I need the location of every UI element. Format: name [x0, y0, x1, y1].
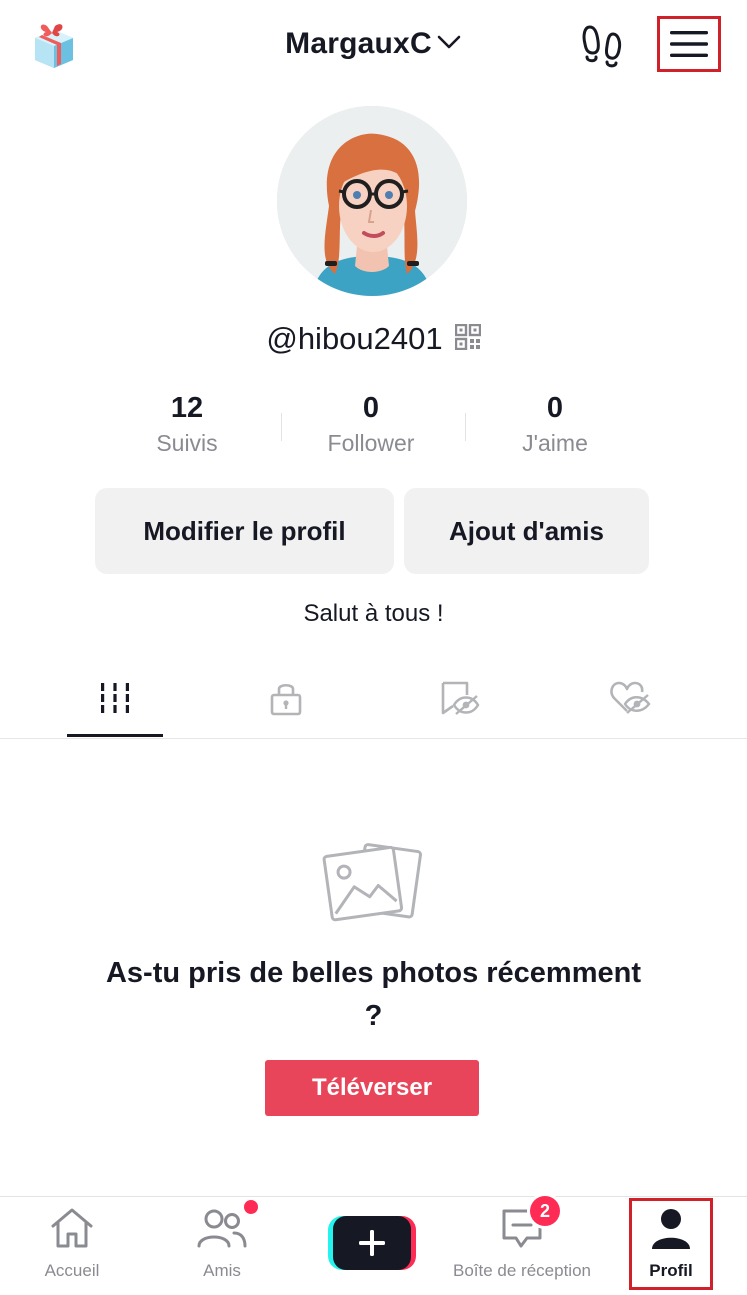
upload-button[interactable]: Téléverser — [265, 1060, 479, 1116]
qr-code-icon[interactable] — [454, 323, 481, 355]
notification-dot — [244, 1200, 258, 1214]
nav-home[interactable]: Accueil — [22, 1206, 122, 1290]
photos-icon — [320, 840, 424, 930]
heart-hidden-icon — [609, 680, 651, 721]
grid-icon — [98, 681, 132, 720]
stat-value: 12 — [170, 392, 204, 424]
nav-friends[interactable]: Amis — [172, 1200, 272, 1290]
empty-state-title: As-tu pris de belles photos récemment ? — [105, 957, 641, 1032]
edit-profile-button[interactable]: Modifier le profil — [95, 488, 394, 574]
nav-label: Profil — [649, 1261, 693, 1280]
notification-badge: 2 — [530, 1196, 560, 1226]
stat-label: Suivis — [156, 430, 218, 456]
avatar[interactable] — [277, 106, 467, 296]
nav-inbox[interactable]: 2 Boîte de réception — [440, 1196, 604, 1290]
tab-videos[interactable] — [55, 668, 175, 732]
stat-label: Follower — [327, 430, 415, 456]
inbox-icon: 2 — [500, 1196, 560, 1255]
stat-likes[interactable]: 0 J'aime — [465, 390, 645, 458]
friends-icon — [196, 1200, 258, 1255]
create-button[interactable] — [328, 1214, 416, 1272]
username-title[interactable]: MargauxC — [285, 27, 432, 61]
tabs-divider — [0, 738, 747, 739]
home-icon — [48, 1206, 96, 1255]
nav-label: Boîte de réception — [453, 1261, 591, 1280]
nav-label: Accueil — [44, 1261, 100, 1280]
nav-profile[interactable]: Profil — [631, 1206, 711, 1290]
tab-liked[interactable] — [570, 668, 690, 732]
profile-icon — [649, 1206, 693, 1255]
hamburger-menu-icon[interactable] — [657, 16, 721, 72]
bottom-nav-divider — [0, 1196, 747, 1197]
lock-icon — [269, 680, 303, 721]
footprint-icon[interactable] — [580, 22, 626, 68]
profile-bio: Salut à tous ! — [303, 600, 444, 627]
chevron-down-icon[interactable] — [436, 33, 462, 56]
active-tab-indicator — [67, 734, 163, 737]
stat-followers[interactable]: 0 Follower — [281, 390, 461, 458]
add-friends-button[interactable]: Ajout d'amis — [404, 488, 649, 574]
plus-icon — [328, 1216, 416, 1270]
bookmark-hidden-icon — [440, 680, 480, 721]
nav-label: Amis — [203, 1261, 241, 1280]
stat-value: 0 — [362, 392, 380, 424]
stat-label: J'aime — [522, 430, 588, 456]
profile-handle: @hibou2401 — [266, 321, 443, 356]
tab-private[interactable] — [226, 668, 346, 732]
tab-favorites[interactable] — [400, 668, 520, 732]
stat-following[interactable]: 12 Suivis — [97, 390, 277, 458]
account-switcher[interactable]: MargauxC — [0, 22, 747, 66]
stat-value: 0 — [546, 392, 564, 424]
